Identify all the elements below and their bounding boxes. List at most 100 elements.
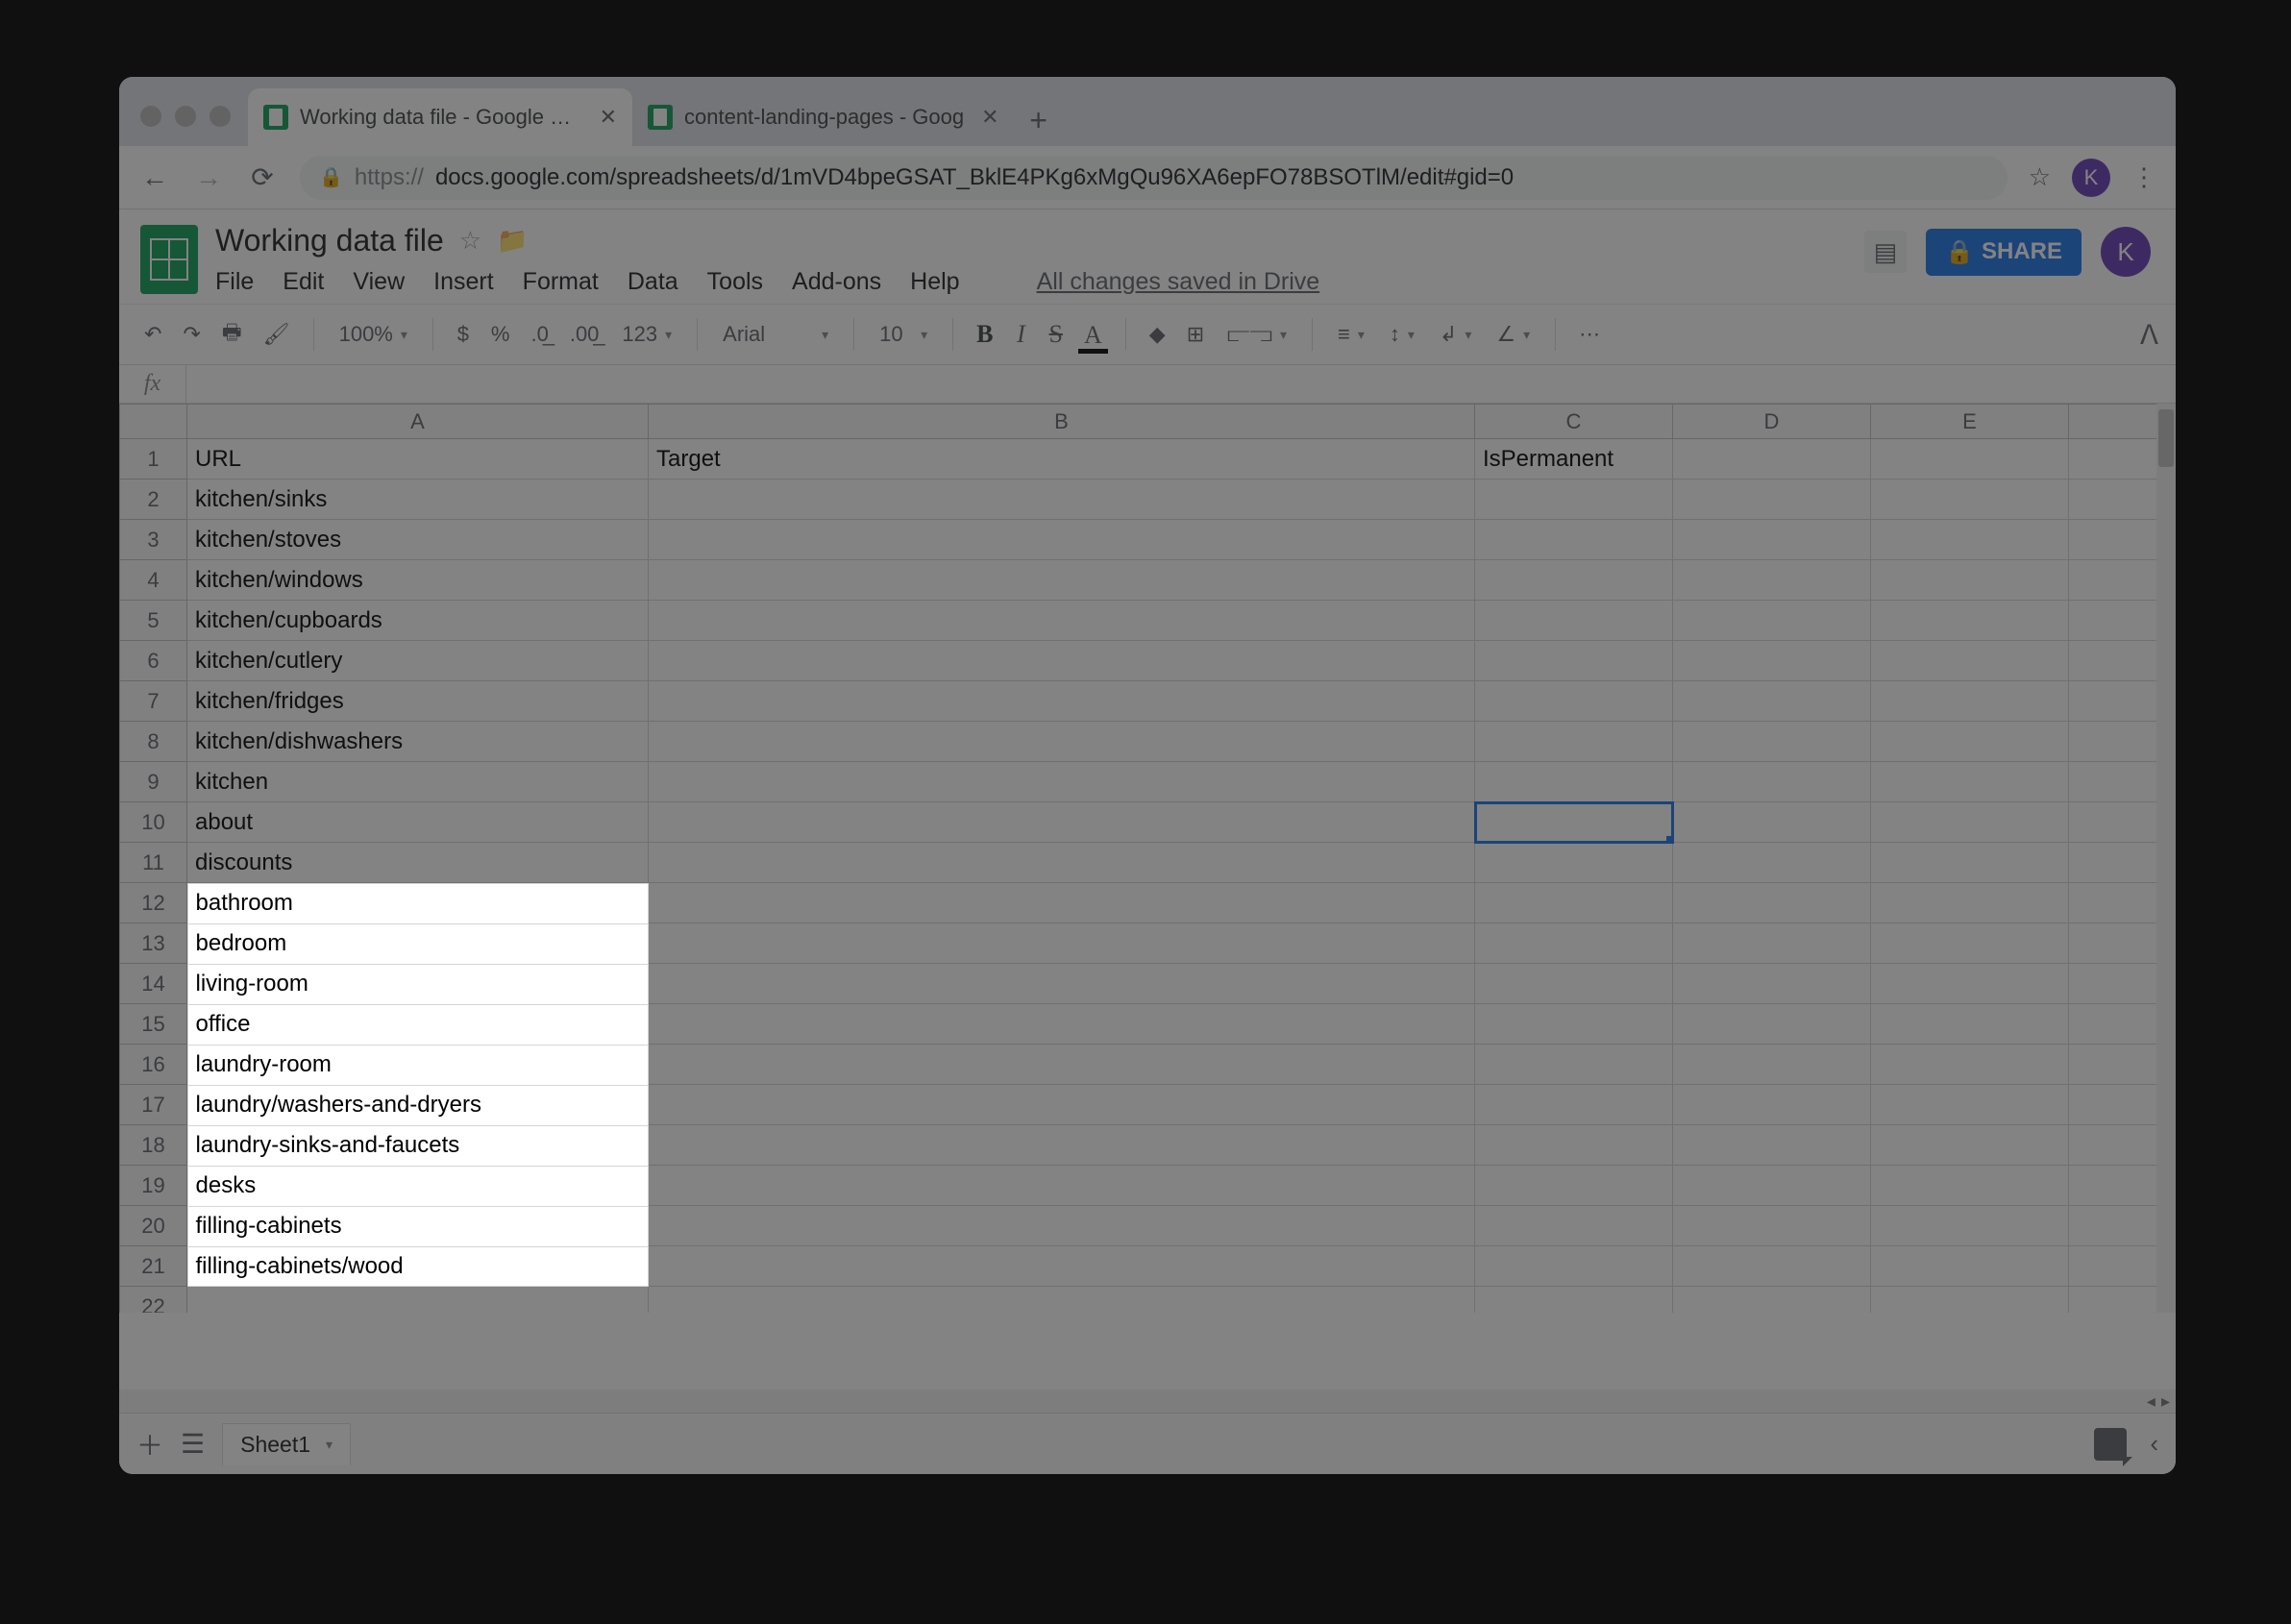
cell[interactable] <box>1871 964 2069 1004</box>
cell[interactable] <box>1871 1206 2069 1246</box>
cell[interactable] <box>1475 843 1673 883</box>
cell[interactable]: kitchen/cutlery <box>187 641 649 681</box>
cell[interactable] <box>1673 1045 1871 1085</box>
cell[interactable]: bathroom <box>187 883 649 923</box>
cell[interactable] <box>1673 641 1871 681</box>
cell[interactable] <box>649 1045 1475 1085</box>
cell[interactable]: laundry-sinks-and-faucets <box>187 1125 649 1166</box>
cell[interactable]: living-room <box>187 964 649 1004</box>
cell[interactable] <box>1673 601 1871 641</box>
menu-data[interactable]: Data <box>628 268 678 296</box>
row-header[interactable]: 16 <box>120 1045 187 1085</box>
cell[interactable]: bedroom <box>187 923 649 964</box>
scroll-left-icon[interactable]: ◂ <box>2147 1391 2156 1412</box>
cell[interactable] <box>1673 1085 1871 1125</box>
cell[interactable] <box>649 480 1475 520</box>
cell[interactable] <box>649 641 1475 681</box>
collapse-toolbar-icon[interactable]: ᐱ <box>2140 319 2158 351</box>
cell[interactable] <box>1475 1206 1673 1246</box>
strike-icon[interactable]: S <box>1042 314 1071 355</box>
star-icon[interactable]: ☆ <box>459 226 481 256</box>
sheet-menu-icon[interactable]: ▾ <box>326 1437 333 1453</box>
scroll-right-icon[interactable]: ▸ <box>2161 1391 2170 1412</box>
browser-tab-inactive[interactable]: content-landing-pages - Goog ✕ <box>632 88 1015 146</box>
cell[interactable]: discounts <box>187 843 649 883</box>
row-header[interactable]: 21 <box>120 1246 187 1287</box>
cell[interactable] <box>187 1287 649 1314</box>
side-panel-toggle-icon[interactable]: ‹ <box>2150 1429 2158 1459</box>
sheets-logo-icon[interactable] <box>140 225 198 294</box>
cell[interactable] <box>1871 601 2069 641</box>
merge-cells-icon[interactable]: ⫍⫎▾ <box>1218 318 1296 351</box>
cell[interactable] <box>1673 762 1871 802</box>
cell[interactable]: desks <box>187 1166 649 1206</box>
cell[interactable] <box>649 1287 1475 1314</box>
horizontal-scrollbar[interactable]: ◂ ▸ <box>119 1390 2176 1413</box>
row-header[interactable]: 2 <box>120 480 187 520</box>
sheet-tab[interactable]: Sheet1 ▾ <box>222 1423 351 1465</box>
row-header[interactable]: 18 <box>120 1125 187 1166</box>
cell[interactable] <box>649 681 1475 722</box>
cell[interactable] <box>649 762 1475 802</box>
cell[interactable] <box>1871 1085 2069 1125</box>
menu-addons[interactable]: Add-ons <box>792 268 881 296</box>
cell[interactable]: filling-cabinets/wood <box>187 1246 649 1287</box>
col-header-b[interactable]: B <box>649 405 1475 439</box>
row-header[interactable]: 20 <box>120 1206 187 1246</box>
cell[interactable]: URL <box>187 439 649 480</box>
row-header[interactable]: 5 <box>120 601 187 641</box>
cell[interactable] <box>649 843 1475 883</box>
cell[interactable] <box>1673 1246 1871 1287</box>
cell[interactable] <box>649 1166 1475 1206</box>
menu-format[interactable]: Format <box>523 268 599 296</box>
cell[interactable] <box>1673 560 1871 601</box>
cell[interactable]: kitchen/sinks <box>187 480 649 520</box>
row-header[interactable]: 15 <box>120 1004 187 1045</box>
window-controls[interactable] <box>129 106 248 146</box>
zoom-select[interactable]: 100%▾ <box>330 318 417 351</box>
row-header[interactable]: 7 <box>120 681 187 722</box>
bold-icon[interactable]: B <box>969 314 1000 355</box>
row-header[interactable]: 4 <box>120 560 187 601</box>
cell[interactable] <box>649 1125 1475 1166</box>
cell[interactable] <box>649 883 1475 923</box>
row-header[interactable]: 8 <box>120 722 187 762</box>
cell[interactable] <box>1475 520 1673 560</box>
cell[interactable] <box>649 560 1475 601</box>
cell[interactable]: kitchen/fridges <box>187 681 649 722</box>
formula-bar[interactable]: fx <box>119 365 2176 404</box>
cell[interactable] <box>1475 964 1673 1004</box>
row-header[interactable]: 19 <box>120 1166 187 1206</box>
text-color-icon[interactable]: A <box>1076 315 1110 354</box>
row-header[interactable]: 13 <box>120 923 187 964</box>
cell[interactable] <box>1871 843 2069 883</box>
cell[interactable]: kitchen/stoves <box>187 520 649 560</box>
add-sheet-icon[interactable]: ＋ <box>136 1425 163 1464</box>
cell[interactable] <box>1475 722 1673 762</box>
cell[interactable]: laundry/washers-and-dryers <box>187 1085 649 1125</box>
cell[interactable] <box>1475 1125 1673 1166</box>
account-avatar[interactable]: K <box>2101 227 2151 277</box>
cell[interactable] <box>1871 883 2069 923</box>
cell[interactable] <box>1475 1287 1673 1314</box>
bookmark-star-icon[interactable]: ☆ <box>2029 162 2051 192</box>
row-header[interactable]: 14 <box>120 964 187 1004</box>
percent-icon[interactable]: % <box>483 316 518 353</box>
cell[interactable] <box>1475 480 1673 520</box>
row-header[interactable]: 22 <box>120 1287 187 1314</box>
borders-icon[interactable]: ⊞ <box>1179 316 1212 353</box>
cell[interactable] <box>1871 762 2069 802</box>
cell[interactable] <box>649 802 1475 843</box>
undo-icon[interactable]: ↶ <box>136 316 169 353</box>
cell[interactable] <box>1871 560 2069 601</box>
spreadsheet-grid[interactable]: A B C D E 1URLTargetIsPermanent2kitchen/… <box>119 404 2176 1313</box>
cell[interactable] <box>1673 520 1871 560</box>
cell[interactable] <box>649 964 1475 1004</box>
menu-view[interactable]: View <box>353 268 405 296</box>
tab-close-icon[interactable]: ✕ <box>594 105 623 130</box>
row-header[interactable]: 12 <box>120 883 187 923</box>
cell[interactable] <box>649 601 1475 641</box>
wrap-icon[interactable]: ↲▾ <box>1430 318 1481 351</box>
inc-decimal-icon[interactable]: .00̲ <box>562 316 607 353</box>
cell[interactable] <box>1475 560 1673 601</box>
